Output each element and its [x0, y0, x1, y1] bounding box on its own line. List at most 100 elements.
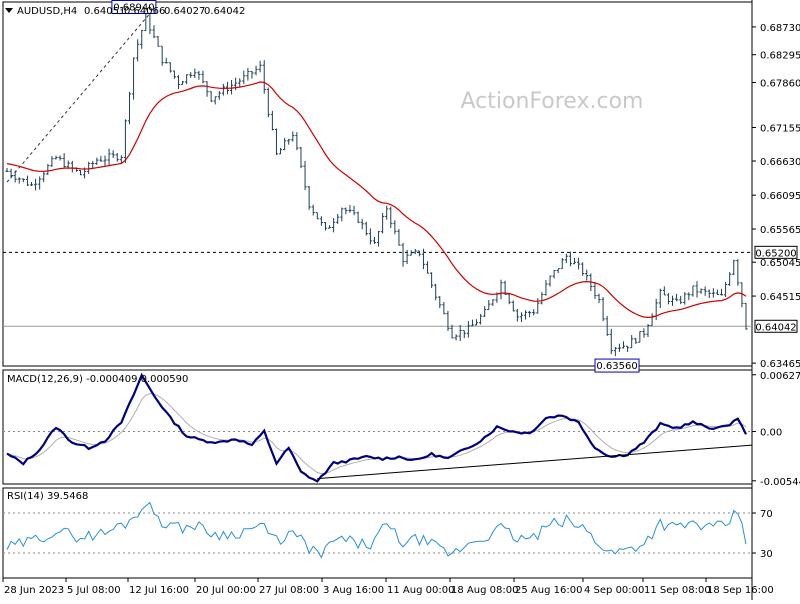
price-bar — [474, 319, 479, 326]
price-bar — [642, 328, 646, 338]
price-bar — [613, 346, 617, 357]
price-bar — [532, 309, 536, 316]
price-bar — [666, 293, 671, 305]
xtick-label: 4 Sep 00:00 — [584, 585, 644, 596]
price-bar — [332, 218, 336, 233]
price-bar — [679, 295, 683, 305]
price-bar — [728, 272, 732, 286]
price-bar — [99, 155, 103, 162]
level-value-label: 0.64042 — [755, 322, 796, 333]
price-bar — [568, 251, 573, 267]
price-bar — [70, 160, 74, 173]
price-bar — [621, 341, 626, 349]
price-bar — [46, 164, 50, 175]
extreme-label: 0.63560 — [594, 358, 640, 373]
chart: ActionForex.com 0.68940 0.63560 0.68730 0.68… — [0, 0, 800, 600]
xtick-label: 11 Aug 00:00 — [387, 585, 454, 596]
price-bar — [299, 146, 303, 169]
price-bar — [5, 168, 9, 172]
level-value-label: 0.65200 — [755, 248, 796, 259]
xtick-label: 20 Jul 00:00 — [196, 585, 256, 596]
price-bars — [5, 9, 748, 357]
price-bar — [25, 175, 30, 186]
price-bar — [691, 285, 695, 297]
price-bar — [683, 292, 687, 305]
price-bar — [499, 279, 503, 300]
price-bar — [205, 81, 209, 97]
price-bar — [425, 261, 430, 274]
xtick-label: 5 Jul 08:00 — [67, 585, 121, 596]
price-bar — [552, 269, 556, 279]
price-bar — [246, 67, 250, 81]
macd-line — [6, 372, 747, 483]
price-bar — [111, 150, 115, 159]
price-bar — [307, 185, 311, 210]
price-bar — [491, 299, 495, 306]
price-bar — [62, 153, 66, 168]
ohlc-value: 0.64042 — [204, 6, 245, 17]
ohlc-value: 0.64051 — [84, 6, 125, 17]
price-ytick-label: 0.68730 — [760, 23, 800, 34]
price-bar — [462, 330, 466, 339]
moving-average-line — [6, 81, 747, 319]
price-bar — [711, 288, 715, 298]
price-bar — [421, 248, 426, 270]
xtick-label: 27 Jul 08:00 — [259, 585, 319, 596]
price-bar — [127, 91, 132, 125]
price-bar — [115, 152, 119, 162]
price-bar — [401, 242, 405, 267]
price-bar — [221, 83, 225, 96]
price-bar — [38, 176, 42, 190]
price-bar — [50, 156, 54, 167]
price-bar — [707, 289, 711, 299]
xtick-label: 28 Jun 2023 — [4, 585, 64, 596]
price-bar — [262, 60, 266, 94]
macd-trend-line — [317, 444, 753, 480]
price-bar — [136, 39, 140, 62]
ohlc-value: 0.64066 — [124, 6, 165, 17]
price-bar — [33, 178, 38, 191]
price-bar — [389, 206, 393, 229]
price-bar — [140, 29, 144, 49]
price-bar — [536, 298, 540, 314]
extreme-label-text: 0.63560 — [596, 361, 637, 372]
rsi-ytick-label: 30 — [760, 549, 773, 560]
price-bar — [95, 157, 99, 165]
rsi-line — [6, 501, 747, 559]
price-bar — [487, 300, 491, 311]
price-bar — [368, 228, 372, 245]
price-bar — [434, 283, 438, 301]
price-bar — [229, 79, 234, 95]
price-bar — [185, 74, 189, 85]
price-bar — [9, 168, 13, 179]
price-bar — [348, 204, 352, 213]
price-bar — [674, 293, 679, 302]
price-bar — [548, 275, 552, 287]
price-bar — [107, 148, 111, 165]
xtick-label: 12 Jul 16:00 — [129, 585, 189, 596]
price-bar — [523, 310, 528, 320]
price-bar — [17, 177, 21, 184]
price-bar — [180, 80, 185, 86]
price-bar — [160, 45, 164, 66]
price-bar — [360, 218, 364, 230]
price-bar — [291, 131, 295, 142]
price-bar — [13, 170, 17, 183]
price-bar — [409, 250, 413, 256]
price-bar — [413, 248, 417, 255]
price-bar — [372, 236, 377, 245]
xtick-label: 25 Aug 16:00 — [515, 585, 582, 596]
price-ytick-label: 0.68295 — [760, 51, 800, 62]
price-bar — [152, 25, 156, 39]
price-bar — [250, 71, 254, 79]
dropdown-triangle-icon — [5, 8, 13, 13]
price-bar — [385, 205, 389, 220]
price-bar — [397, 229, 401, 246]
price-bar — [515, 309, 519, 322]
price-bar — [393, 220, 397, 235]
price-bar — [430, 272, 434, 288]
price-bar — [336, 214, 340, 224]
price-bar — [511, 300, 515, 312]
price-bar — [634, 337, 638, 344]
price-bar — [234, 77, 238, 91]
